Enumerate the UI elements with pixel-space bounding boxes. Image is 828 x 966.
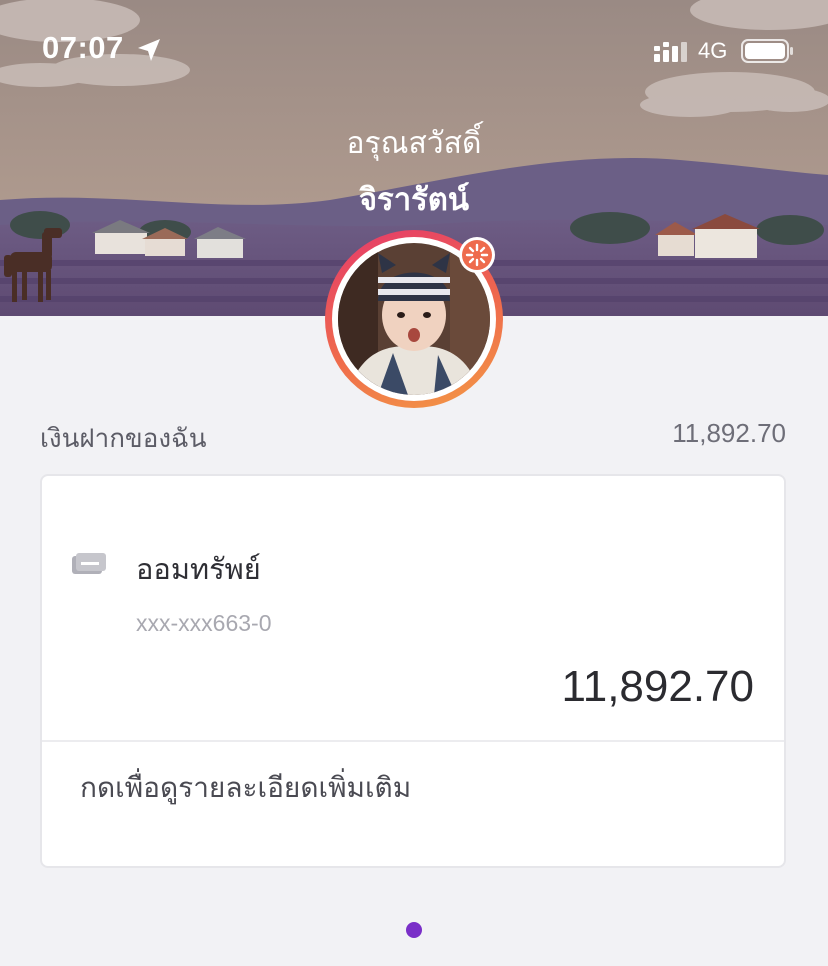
sun-badge-icon — [459, 237, 495, 273]
signal-icon — [654, 42, 687, 62]
account-type: ออมทรัพย์ — [136, 552, 261, 586]
bankbook-icon — [72, 553, 106, 574]
view-details-link[interactable]: กดเพื่อดูรายละเอียดเพิ่มเติม — [80, 766, 411, 810]
card-divider — [42, 740, 784, 742]
battery-icon — [741, 39, 793, 63]
location-arrow-icon — [138, 39, 160, 61]
deposits-label: เงินฝากของฉัน — [40, 424, 207, 454]
account-number: xxx-xxx663-0 — [136, 610, 272, 636]
account-card[interactable]: ออมทรัพย์ xxx-xxx663-0 11,892.70 กดเพื่อ… — [40, 474, 786, 868]
user-name: จิรารัตน์ — [358, 182, 470, 218]
status-time: 07:07 — [42, 30, 124, 65]
account-balance: 11,892.70 — [561, 662, 754, 711]
deposits-total: 11,892.70 — [672, 418, 786, 448]
status-bar: 07:07 4G — [0, 0, 828, 100]
page-indicator-dot[interactable] — [406, 922, 422, 938]
network-type: 4G — [698, 38, 728, 63]
greeting-text: อรุณสวัสดิ์ — [346, 126, 482, 161]
